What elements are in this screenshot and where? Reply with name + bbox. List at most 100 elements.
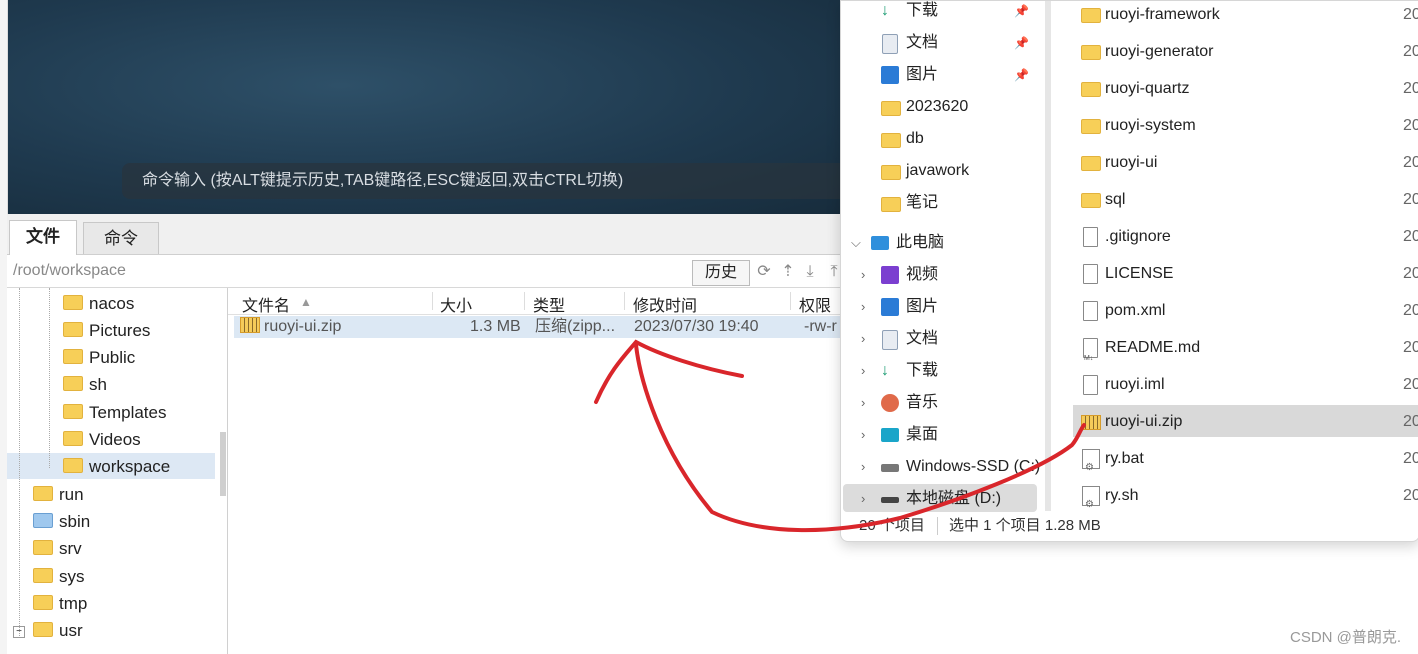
drive-icon (881, 464, 899, 472)
item-ruoyi-ui[interactable]: ruoyi-ui 20 (1075, 146, 1418, 180)
drive-icon (881, 497, 899, 503)
file-row[interactable]: ruoyi-ui.zip 1.3 MB 压缩(zipp... 2023/07/3… (234, 316, 850, 338)
folder-icon (63, 322, 83, 338)
item-gitignore[interactable]: .gitignore 20 (1075, 220, 1418, 254)
music-icon (881, 394, 899, 412)
nav-item-notes[interactable]: 笔记 (841, 187, 1041, 219)
collapse-icon[interactable]: − (13, 625, 25, 638)
chevron-right-icon[interactable]: › (861, 259, 865, 291)
nav-item-2023620[interactable]: 2023620 (841, 91, 1041, 123)
folder-icon (1081, 8, 1101, 23)
folder-icon (33, 595, 53, 611)
file-icon (1083, 264, 1098, 284)
header-permission[interactable]: 权限 (799, 292, 831, 316)
command-input[interactable]: 命令输入 (按ALT键提示历史,TAB键路径,ESC键返回,双击CTRL切换) (122, 163, 850, 199)
nav-item-downloads-pc[interactable]: › ↓ 下载 (841, 355, 1041, 387)
refresh-icon[interactable]: ⟳ (755, 263, 773, 281)
nav-item-documents-pc[interactable]: › 文档 (841, 323, 1041, 355)
nav-item-db[interactable]: db (841, 123, 1041, 155)
tree-item-videos[interactable]: Videos (63, 426, 141, 453)
navigation-pane: ↓ 下载 📌 文档 📌 图片 📌 2023620 db javawork 笔记 ⌵ 此电脑… (841, 0, 1041, 512)
item-sql[interactable]: sql 20 (1075, 183, 1418, 217)
history-button[interactable]: 历史 (692, 260, 750, 286)
item-ruoyi-iml[interactable]: ruoyi.iml 20 (1075, 368, 1418, 402)
tab-files[interactable]: 文件 (9, 220, 77, 255)
pin-icon[interactable]: 📌 (1014, 0, 1029, 27)
folder-icon (63, 295, 83, 311)
folder-icon (1081, 193, 1101, 208)
item-license[interactable]: LICENSE 20 (1075, 257, 1418, 291)
nav-item-music[interactable]: › 音乐 (841, 387, 1041, 419)
header-size[interactable]: 大小 (440, 292, 472, 316)
tree-item-srv[interactable]: srv (33, 535, 82, 562)
nav-item-desktop[interactable]: › 桌面 (841, 419, 1041, 451)
tree-item-sbin[interactable]: sbin (33, 508, 90, 535)
tree-item-run[interactable]: run (33, 481, 84, 508)
file-icon (1083, 227, 1098, 247)
tab-commands[interactable]: 命令 (83, 222, 159, 254)
item-ruoyi-framework[interactable]: ruoyi-framework 20 (1075, 0, 1418, 32)
nav-item-documents[interactable]: 文档 📌 (841, 27, 1041, 59)
nav-item-drive-c[interactable]: › Windows-SSD (C:) (841, 451, 1041, 483)
folder-icon (33, 568, 53, 584)
header-mtime[interactable]: 修改时间 (633, 292, 697, 316)
tree-item-nacos[interactable]: nacos (63, 290, 134, 317)
nav-item-pictures[interactable]: 图片 📌 (841, 59, 1041, 91)
item-ruoyi-system[interactable]: ruoyi-system 20 (1075, 109, 1418, 143)
header-type[interactable]: 类型 (533, 292, 565, 316)
tree-item-public[interactable]: Public (63, 344, 135, 371)
download-icon[interactable]: ⤓ (801, 263, 819, 281)
file-name: ruoyi-ui.zip (264, 318, 342, 335)
nav-item-this-pc[interactable]: ⌵ 此电脑 (841, 227, 1041, 259)
tree-item-templates[interactable]: Templates (63, 399, 166, 426)
folder-icon (881, 133, 901, 148)
chevron-right-icon[interactable]: › (861, 355, 865, 387)
item-count: 20 个项目 (859, 517, 925, 534)
chevron-right-icon[interactable]: › (861, 387, 865, 419)
tree-item-usr[interactable]: − usr (13, 617, 83, 644)
desktop-icon (881, 428, 899, 442)
document-icon (882, 34, 898, 54)
item-ruoyi-ui-zip[interactable]: ruoyi-ui.zip 20 (1075, 405, 1418, 439)
upload-arrow-icon[interactable]: ⇡ (779, 263, 797, 281)
chevron-right-icon[interactable]: › (861, 323, 865, 355)
folder-link-icon (33, 513, 53, 529)
path-input[interactable]: /root/workspace (13, 262, 126, 280)
chevron-down-icon[interactable]: ⌵ (851, 227, 861, 259)
nav-item-pictures-pc[interactable]: › 图片 (841, 291, 1041, 323)
header-name[interactable]: 文件名 (242, 292, 290, 316)
item-readme[interactable]: README.md20 (1075, 331, 1418, 376)
zip-icon (240, 316, 260, 333)
tree-scrollbar[interactable] (220, 432, 226, 496)
item-ry-sh[interactable]: ry.sh20 (1075, 479, 1418, 522)
folder-icon (63, 376, 83, 392)
download-icon: ↓ (881, 2, 889, 19)
item-pom-xml[interactable]: pom.xml 20 (1075, 294, 1418, 328)
picture-icon (881, 298, 899, 316)
item-ruoyi-quartz[interactable]: ruoyi-quartz 20 (1075, 72, 1418, 106)
status-bar: 20 个项目 选中 1 个项目 1.28 MB (841, 511, 1418, 541)
tree-item-workspace[interactable]: workspace (63, 453, 170, 480)
pin-icon[interactable]: 📌 (1014, 59, 1029, 91)
tree-item-sh[interactable]: sh (63, 371, 107, 398)
chevron-right-icon[interactable]: › (861, 291, 865, 323)
item-ruoyi-generator[interactable]: ruoyi-generator 20 (1075, 35, 1418, 69)
tree-item-tmp[interactable]: tmp (33, 590, 87, 617)
file-list: 文件名 ▲ 大小 类型 修改时间 权限 ruoyi-ui.zip 1.3 MB … (228, 288, 850, 654)
folder-icon (1081, 45, 1101, 60)
folder-icon (63, 458, 83, 474)
folder-icon (1081, 82, 1101, 97)
path-bar: /root/workspace 历史 ⟳ ⇡ ⤓ ⤒ (7, 255, 850, 288)
nav-item-downloads[interactable]: ↓ 下载 📌 (841, 0, 1041, 27)
selection-info: 选中 1 个项目 1.28 MB (949, 517, 1101, 534)
item-ry-bat[interactable]: ry.bat20 (1075, 442, 1418, 485)
nav-item-javawork[interactable]: javawork (841, 155, 1041, 187)
tree-item-sys[interactable]: sys (33, 563, 85, 590)
chevron-right-icon[interactable]: › (861, 451, 865, 483)
tree-item-pictures[interactable]: Pictures (63, 317, 150, 344)
pin-icon[interactable]: 📌 (1014, 27, 1029, 59)
tab-bar: 文件 命令 (7, 214, 850, 255)
nav-item-videos[interactable]: › 视频 (841, 259, 1041, 291)
chevron-right-icon[interactable]: › (861, 419, 865, 451)
pane-scrollbar[interactable] (1045, 1, 1051, 511)
